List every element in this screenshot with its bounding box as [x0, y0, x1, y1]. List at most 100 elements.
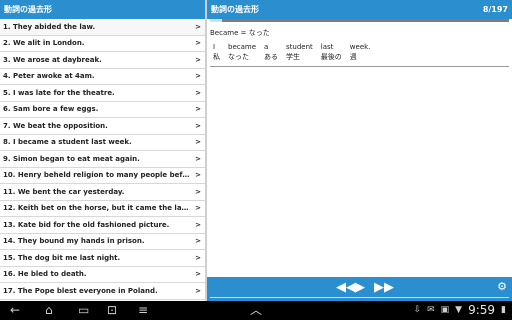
chevron-right-icon: > [195, 39, 201, 48]
list-item-text: 15. The dog bit me last night. [3, 253, 121, 262]
chevron-right-icon: > [195, 105, 201, 114]
list-item-text: 12. Keith bet on the horse, but it came … [3, 204, 191, 213]
menu-icon[interactable]: ≡ [138, 302, 148, 319]
gloss-word: a ある [264, 42, 286, 62]
list-item[interactable]: 10. Henry beheld religion to many people… [0, 168, 205, 184]
list-item[interactable]: 2. We alit in London. > [0, 36, 205, 52]
status-area[interactable]: ⇩ ✉ ▣ ▼ 9:59 ▮ [414, 302, 506, 319]
gloss-english: last [320, 43, 334, 51]
chevron-right-icon: > [195, 286, 201, 295]
chevron-right-icon: > [195, 237, 201, 246]
screenshot-icon[interactable]: ⊡ [107, 302, 117, 319]
fast-forward-icon[interactable]: ▶▶ [374, 280, 394, 296]
gloss-english: student [286, 43, 313, 51]
gloss-word: week. 週 [350, 42, 379, 62]
list-item-text: 16. He bled to death. [3, 270, 87, 279]
list-header: 動詞の過去形 [0, 0, 205, 19]
mail-icon: ✉ [427, 305, 435, 315]
list-item-text: 11. We bent the car yesterday. [3, 187, 125, 196]
list-item-text: 3. We arose at daybreak. [3, 55, 102, 64]
play-icon[interactable]: ▶ [355, 280, 365, 296]
list-item-text: 1. They abided the law. [3, 22, 96, 31]
list-item-text: 17. The Pope blest everyone in Poland. [3, 286, 158, 295]
gloss-word: became なった [228, 42, 264, 62]
list-item[interactable]: 8. I became a student last week. > [0, 135, 205, 151]
content-divider [210, 66, 509, 67]
gloss-japanese: 最後の [320, 53, 342, 61]
list-item-text: 7. We beat the opposition. [3, 121, 108, 130]
chevron-right-icon: > [195, 22, 201, 31]
gloss-word: I私 [213, 42, 228, 62]
chevron-right-icon: > [195, 138, 201, 147]
detail-header: 動詞の過去形 8/197 [207, 0, 512, 19]
gloss-japanese: 週 [349, 53, 357, 61]
list-item[interactable]: 4. Peter awoke at 4am. > [0, 69, 205, 85]
list-item-text: 9. Simon began to eat meat again. [3, 154, 140, 163]
list-item-text: 14. They bound my hands in prison. [3, 237, 145, 246]
list-item-text: 10. Henry beheld religion to many people… [3, 171, 191, 180]
gloss-japanese: なった [228, 53, 249, 61]
detail-pane: 動詞の過去形 8/197 Became = なった I 私 became なった a ある… [207, 0, 512, 301]
gloss-english: became [228, 43, 257, 51]
sd-card-icon: ▣ [440, 305, 450, 315]
list-item[interactable]: 1. They abided the law. > [0, 19, 205, 36]
gloss-japanese: 私 [213, 53, 220, 61]
sentence-list: 1. They abided the law. >2. We alit in Lo… [0, 19, 205, 300]
gloss-english: a [264, 43, 269, 51]
list-item[interactable]: 16. He bled to death. > [0, 267, 205, 283]
back-icon[interactable]: ← [10, 302, 20, 319]
chevron-up-icon[interactable]: ︿ [250, 302, 262, 319]
chevron-right-icon: > [195, 220, 201, 229]
list-item-text: 2. We alit in London. [3, 39, 85, 48]
playback-bar: ◀◀ ▶ ▶▶ ⚙ [207, 277, 512, 301]
recent-apps-icon[interactable]: ▭ [78, 302, 89, 319]
gloss-word: last 最後の [321, 42, 350, 62]
list-item[interactable]: 17. The Pope blest everyone in Poland. > [0, 283, 205, 300]
chevron-right-icon: > [195, 55, 201, 64]
wifi-icon: ▼ [455, 305, 463, 315]
chevron-right-icon: > [195, 204, 201, 213]
progress-fill [210, 19, 222, 22]
list-header-title: 動詞の過去形 [4, 5, 52, 14]
chevron-right-icon: > [195, 187, 201, 196]
chevron-right-icon: > [195, 171, 201, 180]
gloss-word: student 学生 [286, 42, 321, 62]
gloss-japanese: 学生 [286, 53, 301, 61]
rewind-icon[interactable]: ◀◀ [336, 280, 356, 296]
list-item[interactable]: 7. We beat the opposition. > [0, 118, 205, 135]
list-item[interactable]: 15. The dog bit me last night. > [0, 250, 205, 267]
home-icon[interactable]: ⌂ [45, 302, 53, 319]
system-navigation-bar: ← ⌂ ▭ ⊡ ≡ ︿ ⇩ ✉ ▣ ▼ 9:59 ▮ [0, 301, 512, 320]
progress-bar[interactable] [210, 19, 509, 22]
list-item-text: 5. I was late for the theatre. [3, 88, 115, 97]
list-item[interactable]: 11. We bent the car yesterday. > [0, 184, 205, 201]
gloss-japanese: ある [264, 53, 279, 61]
list-item[interactable]: 12. Keith bet on the horse, but it came … [0, 201, 205, 217]
clock: 9:59 [468, 303, 496, 317]
sentence-list-pane: 動詞の過去形 1. They abided the law. >2. We ali… [0, 0, 205, 301]
list-item-text: 4. Peter awoke at 4am. [3, 72, 95, 81]
battery-icon: ▮ [501, 305, 506, 315]
gloss-english: I [213, 43, 216, 51]
list-item[interactable]: 9. Simon began to eat meat again. > [0, 151, 205, 168]
word-gloss: I 私 became なった a ある student 学生 last 最後の week. 週 [213, 42, 509, 62]
list-item-text: 13. Kate bid for the old fashioned pictu… [3, 220, 170, 229]
list-item[interactable]: 6. Sam bore a few eggs. > [0, 102, 205, 118]
list-item[interactable]: 5. I was late for the theatre. > [0, 85, 205, 102]
sentence-counter: 8/197 [482, 5, 508, 14]
chevron-right-icon: > [195, 154, 201, 163]
download-icon: ⇩ [413, 305, 422, 315]
list-item[interactable]: 14. They bound my hands in prison. > [0, 234, 205, 250]
chevron-right-icon: > [195, 270, 201, 279]
list-item-text: 8. I became a student last week. [3, 138, 132, 147]
settings-icon[interactable]: ⚙ [497, 279, 507, 295]
chevron-right-icon: > [195, 88, 201, 97]
meaning-line: Became = なった [210, 29, 270, 37]
gloss-english: week. [349, 43, 371, 51]
chevron-right-icon: > [195, 72, 201, 81]
chevron-right-icon: > [195, 253, 201, 262]
list-item[interactable]: 3. We arose at daybreak. > [0, 52, 205, 69]
list-item[interactable]: 13. Kate bid for the old fashioned pictu… [0, 217, 205, 234]
list-item-text: 6. Sam bore a few eggs. [3, 105, 99, 114]
detail-header-title: 動詞の過去形 [211, 5, 259, 14]
